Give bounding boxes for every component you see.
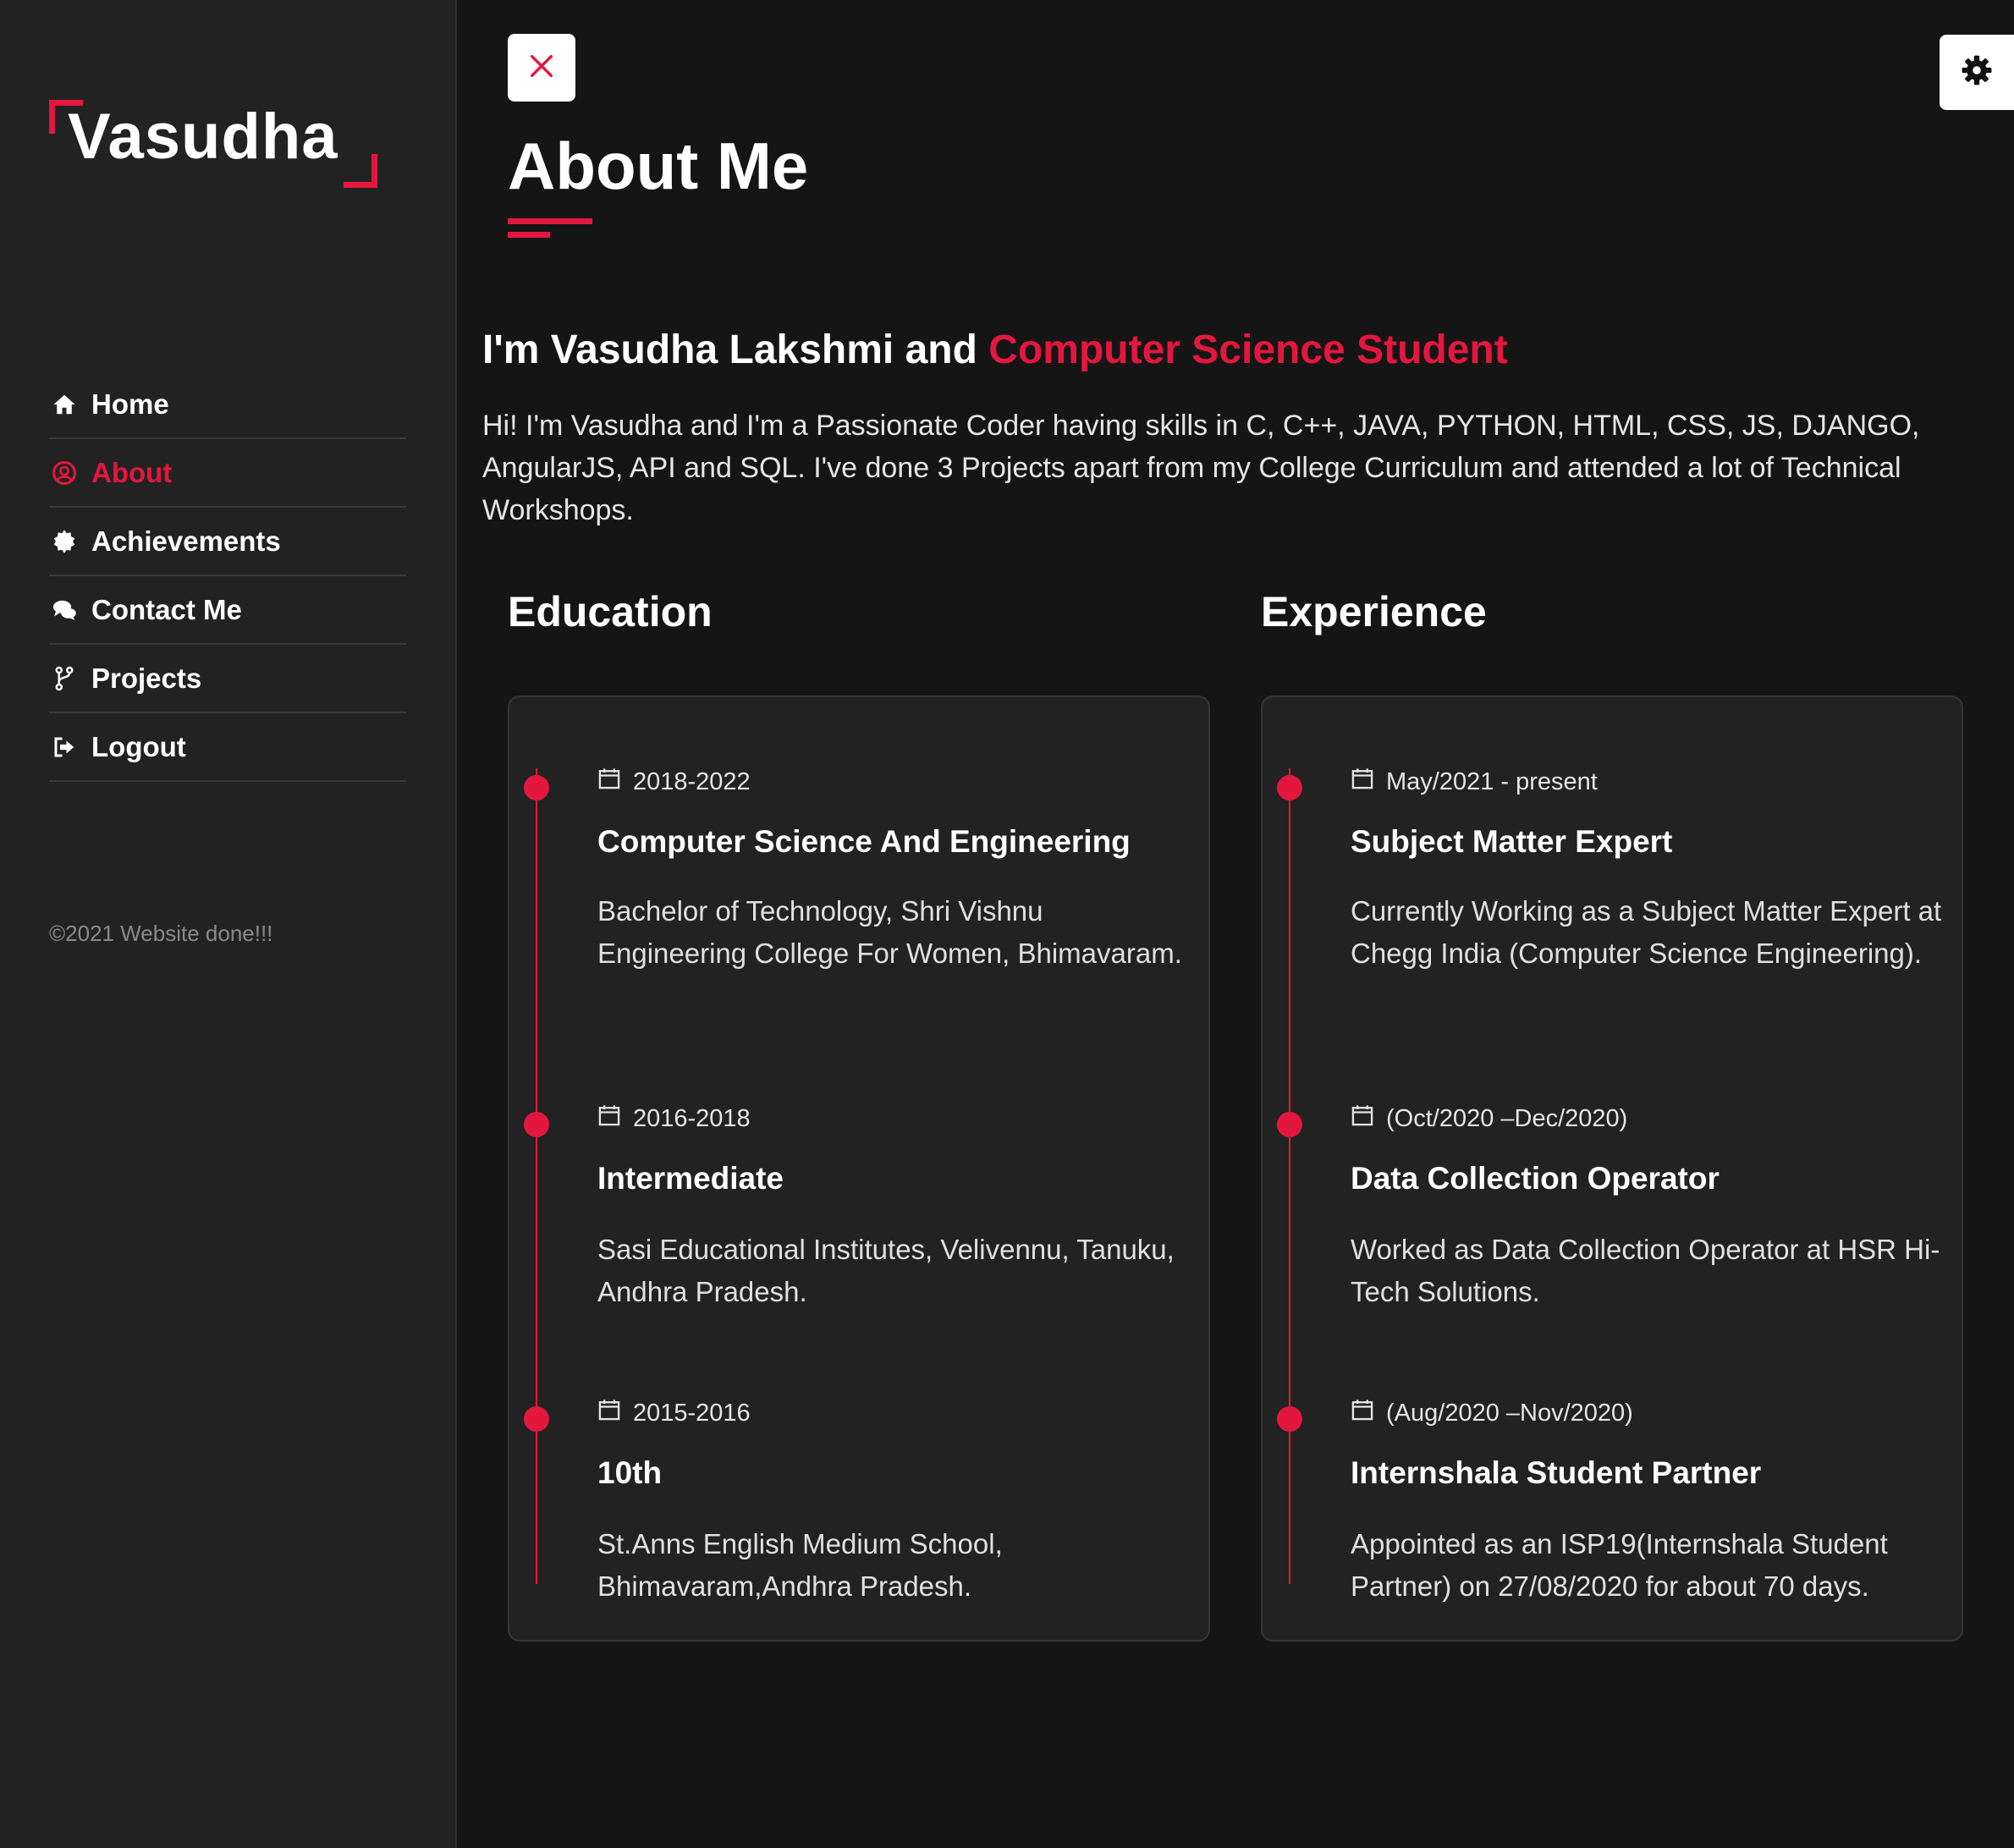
page-title: About Me xyxy=(508,129,809,203)
timeline-date-text: 2015-2016 xyxy=(633,1399,751,1427)
intro-heading-accent: Computer Science Student xyxy=(988,327,1508,372)
timeline-date: 2016-2018 xyxy=(597,1103,751,1134)
timeline-date: 2018-2022 xyxy=(597,767,751,797)
education-title: Education xyxy=(508,588,713,635)
code-fork-icon xyxy=(49,663,80,694)
timeline-desc: Worked as Data Collection Operator at HS… xyxy=(1351,1234,1940,1307)
timeline-date-text: 2016-2018 xyxy=(633,1104,751,1132)
close-button[interactable] xyxy=(508,34,575,102)
timeline-dot xyxy=(524,775,549,800)
user-circle-icon xyxy=(49,458,80,488)
timeline-desc: Currently Working as a Subject Matter Ex… xyxy=(1351,895,1942,969)
calendar-icon xyxy=(1351,767,1386,797)
nav-item-achievements[interactable]: Achievements xyxy=(49,508,406,576)
timeline-date-text: (Aug/2020 –Nov/2020) xyxy=(1386,1399,1633,1427)
timeline-date: May/2021 - present xyxy=(1351,767,1598,797)
timeline-desc: Appointed as an ISP19(Internshala Studen… xyxy=(1351,1528,1888,1602)
gear-icon xyxy=(1961,54,1993,91)
timeline-title: Intermediate xyxy=(597,1161,784,1196)
nav-item-projects[interactable]: Projects xyxy=(49,645,406,713)
calendar-icon xyxy=(1351,1398,1386,1428)
nav-item-label: About xyxy=(91,456,173,488)
nav-item-label: Home xyxy=(91,388,169,420)
copyright-text: ©2021 Website done!!! xyxy=(49,921,273,946)
nav-item-label: Projects xyxy=(91,662,202,694)
logo-corner-bottom-right xyxy=(344,154,377,188)
calendar-icon xyxy=(597,1398,633,1428)
badge-icon xyxy=(49,526,80,557)
nav-item-contact[interactable]: Contact Me xyxy=(49,576,406,645)
timeline-date-text: (Oct/2020 –Dec/2020) xyxy=(1386,1104,1628,1132)
timeline-date: (Oct/2020 –Dec/2020) xyxy=(1351,1103,1627,1134)
calendar-icon xyxy=(597,1103,633,1134)
timeline-dot xyxy=(524,1112,549,1137)
timeline-dot xyxy=(1277,1406,1302,1432)
calendar-icon xyxy=(1351,1103,1386,1134)
nav-item-about[interactable]: About xyxy=(49,439,406,508)
intro-heading: I'm Vasudha Lakshmi and Computer Science… xyxy=(482,327,1508,373)
logo-text: Vasudha xyxy=(68,101,338,173)
experience-title: Experience xyxy=(1261,588,1487,635)
timeline-title: 10th xyxy=(597,1455,663,1490)
timeline-title: Data Collection Operator xyxy=(1351,1161,1720,1196)
timeline-date: (Aug/2020 –Nov/2020) xyxy=(1351,1398,1633,1428)
close-icon xyxy=(527,52,556,85)
sidebar: Vasudha Home About Achievements Contact … xyxy=(0,0,457,1848)
nav-item-home[interactable]: Home xyxy=(49,371,406,439)
settings-button[interactable] xyxy=(1940,35,2014,110)
timeline-title: Subject Matter Expert xyxy=(1351,824,1673,859)
timeline-date: 2015-2016 xyxy=(597,1398,751,1428)
intro-text: Hi! I'm Vasudha and I'm a Passionate Cod… xyxy=(482,410,1920,526)
home-icon xyxy=(49,389,80,420)
nav-item-label: Contact Me xyxy=(91,593,242,625)
logo[interactable]: Vasudha xyxy=(49,100,377,188)
nav-item-label: Logout xyxy=(91,730,186,762)
sidebar-nav: Home About Achievements Contact Me Proje… xyxy=(49,371,406,782)
timeline-title: Computer Science And Engineering xyxy=(597,824,1131,859)
calendar-icon xyxy=(597,767,633,797)
timeline-desc: Sasi Educational Institutes, Velivennu, … xyxy=(597,1234,1175,1307)
timeline-desc: Bachelor of Technology, Shri Vishnu Engi… xyxy=(597,895,1182,969)
nav-item-label: Achievements xyxy=(91,525,281,557)
experience-card: May/2021 - present Subject Matter Expert… xyxy=(1261,696,1963,1642)
chat-icon xyxy=(49,595,80,625)
title-underline xyxy=(508,218,592,224)
timeline-desc: St.Anns English Medium School, Bhimavara… xyxy=(597,1528,1003,1602)
timeline-dot xyxy=(1277,775,1302,800)
intro-heading-prefix: I'm Vasudha Lakshmi and xyxy=(482,327,977,372)
timeline-date-text: May/2021 - present xyxy=(1386,767,1598,795)
sign-out-icon xyxy=(49,732,80,762)
timeline-title: Internshala Student Partner xyxy=(1351,1455,1762,1490)
nav-item-logout[interactable]: Logout xyxy=(49,713,406,782)
timeline-line xyxy=(536,768,537,1584)
timeline-dot xyxy=(524,1406,549,1432)
timeline-line xyxy=(1289,768,1290,1584)
timeline-date-text: 2018-2022 xyxy=(633,767,751,795)
timeline-dot xyxy=(1277,1112,1302,1137)
education-card: 2018-2022 Computer Science And Engineeri… xyxy=(508,696,1210,1642)
title-underline-short xyxy=(508,232,550,238)
